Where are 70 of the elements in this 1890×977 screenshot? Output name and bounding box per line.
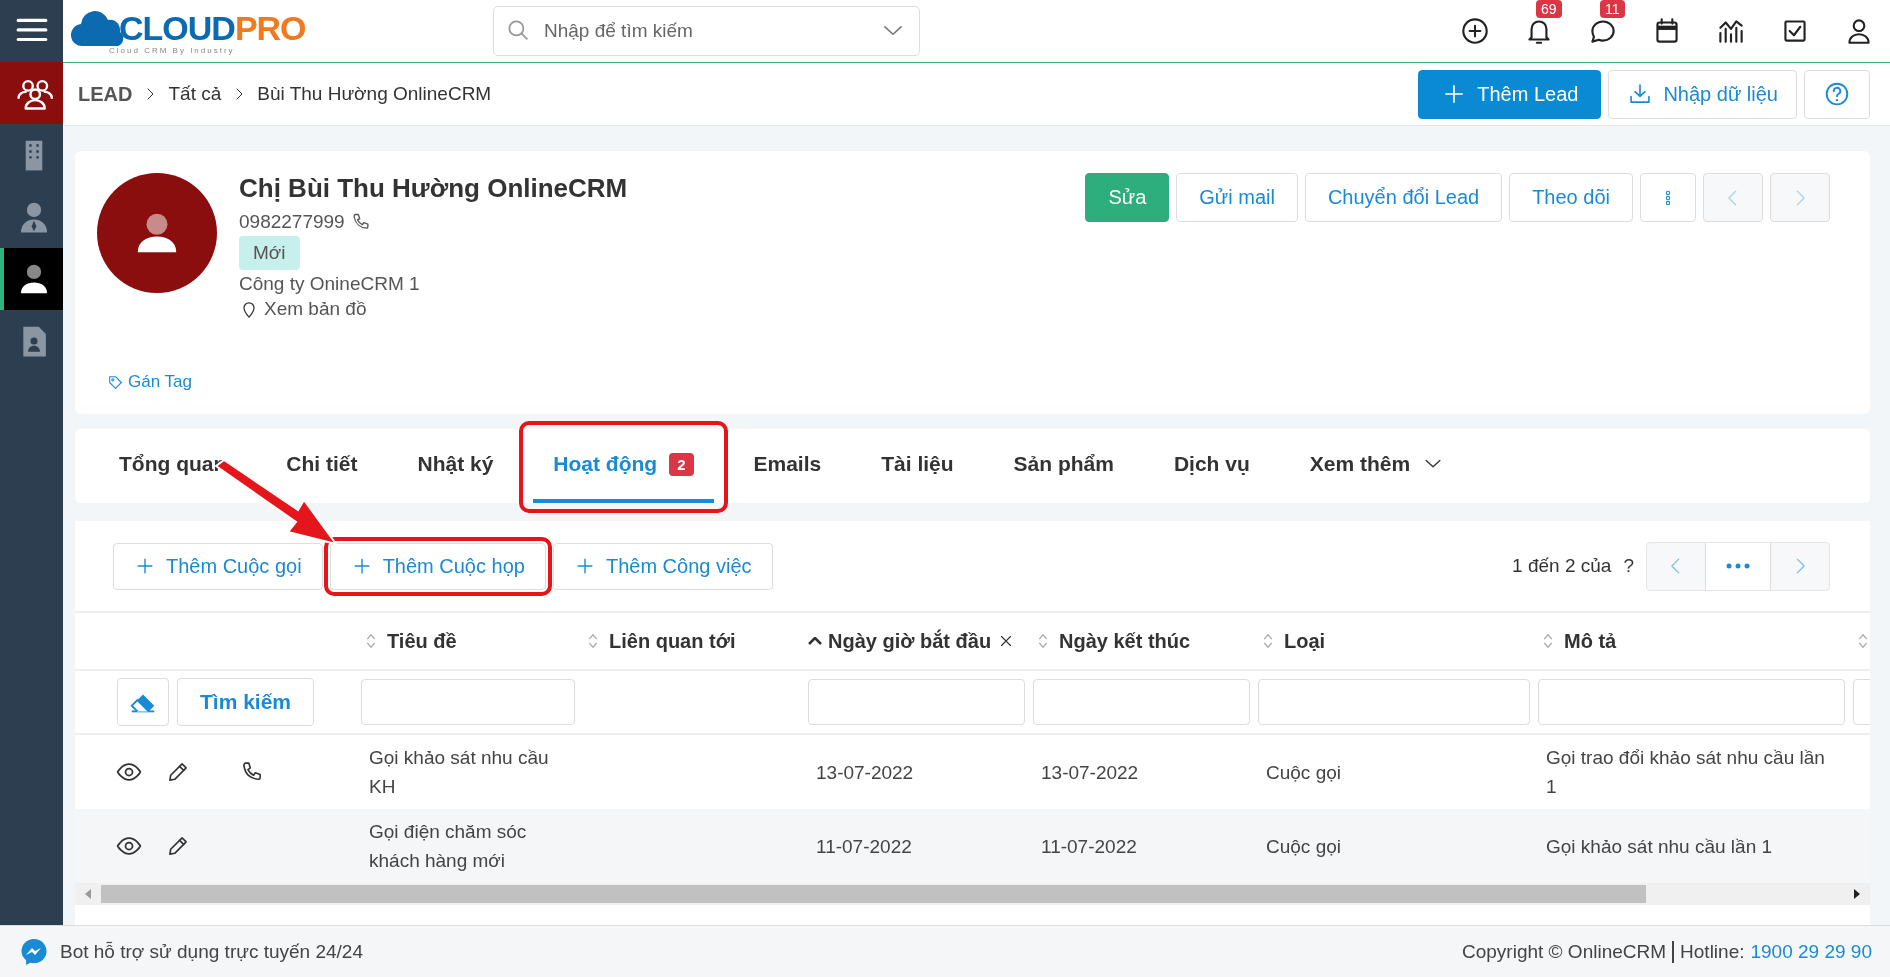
action-button[interactable]: Chuyển đổi Lead	[1304, 173, 1503, 222]
import-button[interactable]: Nhập dữ liệu	[1608, 69, 1797, 119]
notification-badge: 11	[1600, 0, 1625, 18]
breadcrumb-link[interactable]: LEAD	[78, 82, 133, 106]
tab[interactable]: Dịch vụ	[1153, 429, 1270, 503]
hotline-link[interactable]: 1900 29 29 90	[1750, 940, 1872, 963]
table-cell-text: Gọi trao đổi khảo sát nhu cầu lần 1	[1546, 746, 1825, 799]
table-cell-text: Gọi khảo sát nhu cầu lần 1	[1546, 834, 1773, 859]
horizontal-scrollbar[interactable]	[75, 883, 1870, 905]
clear-filter-button[interactable]	[117, 678, 169, 726]
tab[interactable]: Xem thêm	[1289, 429, 1465, 503]
phone-number: 0982277999	[239, 211, 345, 233]
scroll-right-icon	[1852, 888, 1862, 900]
table-cell-text: Gọi điện chăm sóc khách hàng mới	[369, 820, 528, 873]
page-range-text: 1 đến 2 của	[1512, 555, 1612, 577]
sidebar-item[interactable]	[0, 62, 63, 124]
tab[interactable]: Emails	[733, 429, 842, 503]
tag-link[interactable]: Gán Tag	[107, 372, 192, 392]
table-cell-text: 13-07-2022	[1041, 760, 1139, 785]
logo-text: CLOUDPRO	[119, 10, 306, 45]
column-header[interactable]: Tiêu đề	[387, 629, 457, 653]
column-header[interactable]: Ngày giờ bắt đầu	[828, 629, 992, 653]
sidebar-item[interactable]	[0, 248, 63, 310]
filter-field[interactable]	[1033, 679, 1250, 725]
lead-name: Chị Bùi Thu Hường OnlineCRM	[239, 173, 628, 204]
map-link[interactable]: Xem bản đồ	[264, 298, 367, 320]
breadcrumb-link[interactable]: Tất cả	[168, 83, 222, 105]
column-header[interactable]: Ngày kết thúc	[1059, 629, 1191, 653]
scroll-left-icon	[83, 888, 93, 900]
table-row[interactable]: Gọi điện chăm sóc khách hàng mới 11-07-2022 11-07-2022 Cuộc gọi Gọi khảo sát nhu cầu lần 1	[75, 809, 1870, 883]
table-cell-text: Cuộc gọi	[1266, 834, 1341, 859]
column-header[interactable]: Liên quan tới	[609, 629, 736, 653]
logo-tagline: Cloud CRM By Industry	[109, 45, 235, 55]
total-count: ?	[1623, 555, 1634, 577]
breadcrumb-link[interactable]: Bùi Thu Hường OnlineCRM	[257, 83, 492, 105]
tab[interactable]: Chi tiết	[266, 429, 378, 503]
search-field[interactable]: Nhập để tìm kiếm	[493, 6, 920, 56]
table-cell-text: Cuộc gọi	[1266, 760, 1341, 785]
notification-badge: 69	[1536, 0, 1562, 18]
table-cell-text: Gọi khảo sát nhu cầu KH	[369, 746, 550, 799]
tab[interactable]: Sản phẩm	[993, 429, 1134, 503]
copyright-text: Copyright © OnlineCRM	[1462, 940, 1667, 963]
search-button[interactable]: Tìm kiếm	[177, 678, 315, 726]
column-header[interactable]: Mô tả	[1564, 629, 1617, 653]
table-cell-text: 11-07-2022	[816, 834, 912, 859]
tab[interactable]: Nhật ký	[397, 429, 514, 503]
table-row[interactable]: Gọi khảo sát nhu cầu KH 13-07-2022 13-07-2022 Cuộc gọi Gọi trao đổi khảo sát nhu cầu lần 1	[75, 735, 1870, 809]
add-activity-button[interactable]: Thêm Công việc	[552, 542, 773, 590]
filter-field[interactable]	[361, 679, 575, 725]
tab[interactable]: Tài liệu	[861, 429, 974, 503]
tab[interactable]: Hoạt động 2	[533, 429, 714, 503]
help-button[interactable]	[1804, 69, 1870, 119]
status-badge: Mới	[239, 236, 300, 270]
action-button[interactable]: Theo dõi	[1509, 173, 1633, 222]
tag-icon	[107, 373, 124, 391]
filter-field[interactable]	[1538, 679, 1845, 725]
filter-field[interactable]	[808, 679, 1025, 725]
action-button[interactable]: Gửi mail	[1176, 173, 1298, 222]
column-header[interactable]: Loại	[1284, 629, 1326, 653]
add-activity-button[interactable]: Thêm Cuộc gọi	[113, 542, 323, 590]
add-activity-button[interactable]: Thêm Cuộc họp	[329, 542, 546, 590]
company-name: Công ty OnineCRM 1	[239, 273, 421, 295]
table-cell-text: 11-07-2022	[1041, 834, 1137, 859]
add-lead-button[interactable]: Thêm Lead	[1418, 69, 1602, 119]
hotline-label: Hotline:	[1680, 940, 1745, 963]
filter-field[interactable]	[1258, 679, 1530, 725]
count-badge: 2	[669, 452, 694, 476]
chatbot-text: Bot hỗ trợ sử dụng trực tuyến 24/24	[60, 940, 363, 963]
more-dots-icon	[1726, 563, 1750, 569]
table-cell-text: 13-07-2022	[816, 760, 914, 785]
